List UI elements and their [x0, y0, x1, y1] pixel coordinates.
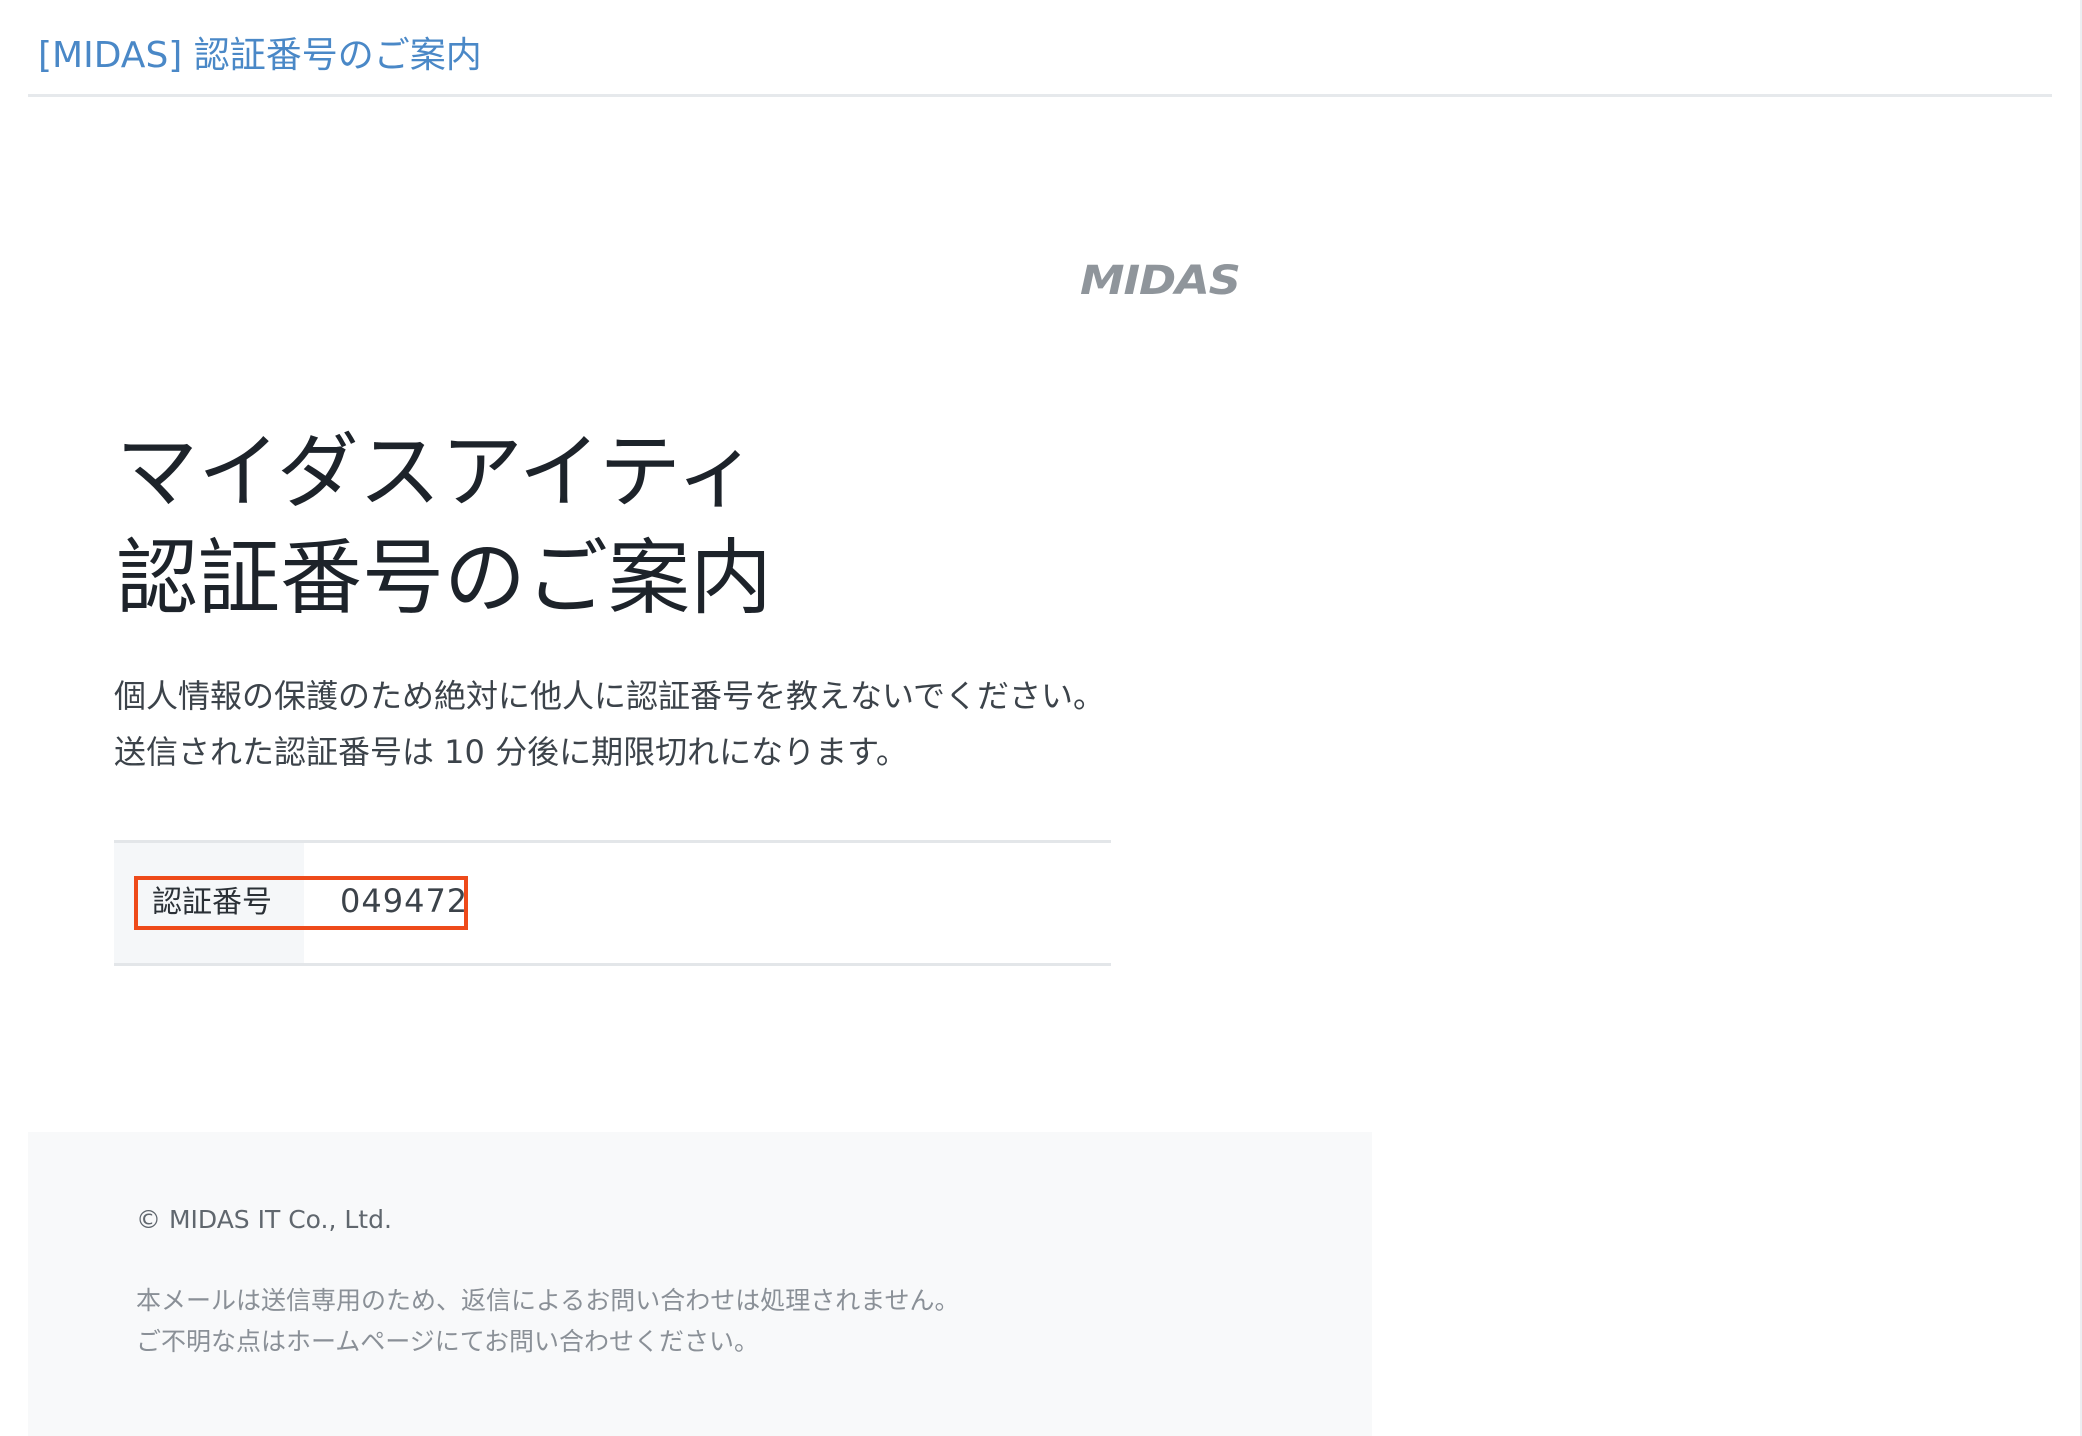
- notice-line-privacy: 個人情報の保護のため絶対に他人に認証番号を教えないでください。: [114, 677, 1106, 715]
- midas-logo: MIDAS: [1080, 258, 1241, 304]
- footer-note-no-reply: 本メールは送信専用のため、返信によるお問い合わせは処理されません。: [136, 1286, 960, 1315]
- title-line-subject: 認証番号のご案内: [116, 531, 773, 626]
- title-line-company: マイダスアイティ: [116, 425, 759, 520]
- security-notice: 個人情報の保護のため絶対に他人に認証番号を教えないでください。 送信された認証番…: [114, 668, 1105, 780]
- email-subject-bar: [MIDAS] 認証番号のご案内: [28, 18, 2052, 97]
- email-footer: © MIDAS IT Co., Ltd. 本メールは送信専用のため、返信によるお…: [28, 1132, 1372, 1436]
- verification-code[interactable]: 049472: [340, 879, 468, 923]
- page-title: マイダスアイティ 認証番号のご案内: [116, 420, 1116, 632]
- code-label: 認証番号: [152, 885, 272, 920]
- email-subject: [MIDAS] 認証番号のご案内: [38, 35, 482, 76]
- notice-line-expiry: 送信された認証番号は 10 分後に期限切れになります。: [114, 733, 908, 771]
- footer-note: 本メールは送信専用のため、返信によるお問い合わせは処理されません。 ご不明な点は…: [136, 1280, 960, 1362]
- email-view: [MIDAS] 認証番号のご案内 MIDAS マイダスアイティ 認証番号のご案内…: [0, 0, 2082, 1436]
- verification-code-table: 認証番号 049472: [114, 840, 1111, 966]
- footer-note-contact: ご不明な点はホームページにてお問い合わせください。: [136, 1327, 760, 1356]
- copyright-text: © MIDAS IT Co., Ltd.: [136, 1205, 392, 1234]
